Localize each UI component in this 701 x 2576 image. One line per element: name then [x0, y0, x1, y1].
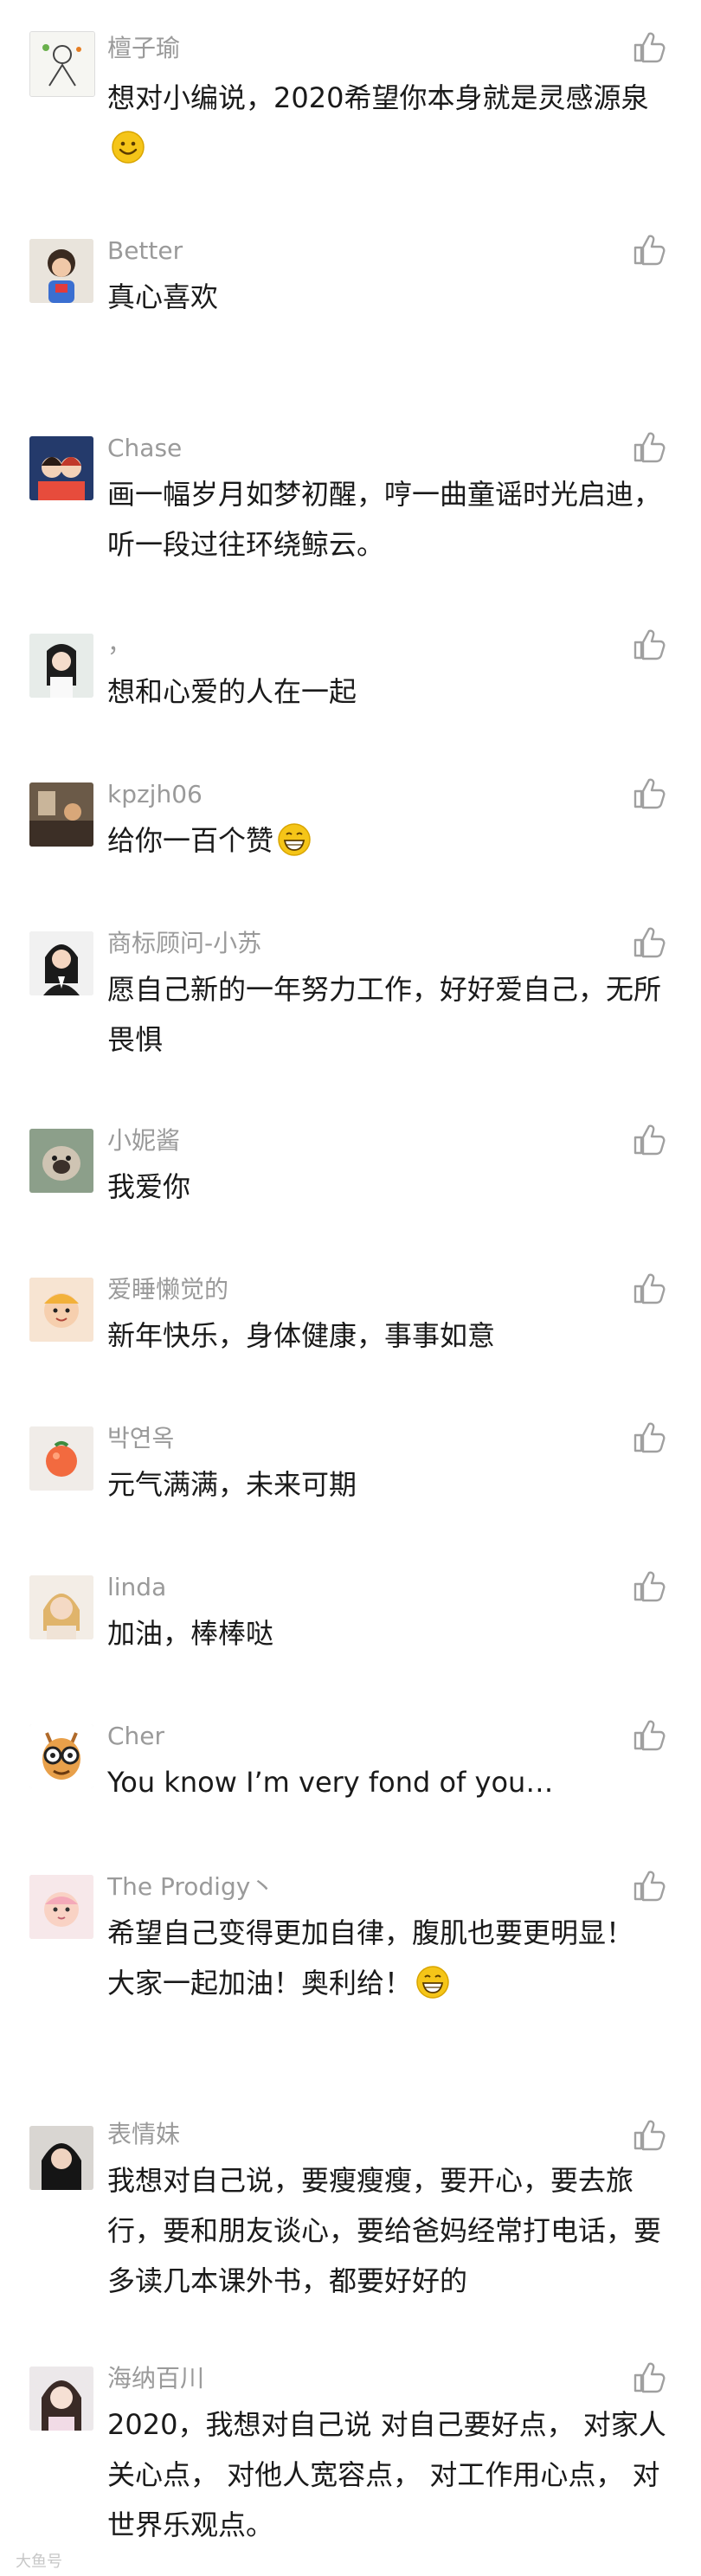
comment-text: 给你一百个赞 [107, 815, 670, 866]
avatar[interactable] [29, 31, 95, 97]
thumbs-up-icon[interactable] [632, 1868, 666, 1903]
commenter-name: 表情妹 [107, 2120, 181, 2148]
avatar[interactable] [29, 1875, 93, 1939]
commenter-name: 박연옥 [107, 1424, 175, 1452]
comment-text: 想和心爱的人在一起 [107, 675, 357, 708]
avatar[interactable] [29, 782, 93, 847]
avatar[interactable] [29, 436, 93, 500]
thumbs-up-icon[interactable] [632, 29, 666, 64]
thumbs-up-icon[interactable] [632, 232, 666, 267]
thumbs-up-icon[interactable] [632, 1271, 666, 1305]
comment-text: 我爱你 [107, 1170, 191, 1203]
watermark: 大鱼号 [16, 2553, 62, 2571]
commenter-name: The Prodigy丶 [107, 1872, 275, 1901]
thumbs-up-icon[interactable] [632, 1568, 666, 1603]
comment-text: 希望自己变得更加自律，腹肌也要更明显！ 大家一起加油！奥利给！ [107, 1916, 634, 2000]
commenter-name: 爱睡懒觉的 [107, 1275, 229, 1304]
avatar[interactable] [29, 239, 93, 303]
commenter-name: Cher [107, 1722, 165, 1750]
grin-emoji-icon [277, 822, 312, 857]
commenter-name: 商标顾问-小苏 [107, 929, 262, 957]
commenter-name: linda [107, 1573, 167, 1601]
avatar[interactable] [29, 2126, 93, 2190]
comment-text: 画一幅岁月如梦初醒，哼一曲童谣时光启迪，听一段过往环绕鲸云。 [107, 478, 662, 561]
comment-text: 加油，棒棒哒 [107, 1617, 274, 1650]
comment-text: 新年快乐，身体健康，事事如意 [107, 1319, 496, 1352]
thumbs-up-icon[interactable] [632, 2117, 666, 2152]
thumbs-up-icon[interactable] [632, 429, 666, 464]
commenter-name: 檀子瑜 [107, 34, 181, 62]
commenter-name: kpzjh06 [107, 780, 203, 808]
comment-text: 元气满满，未来可期 [107, 1468, 357, 1501]
commenter-name: ， [107, 629, 132, 658]
comment-text: 愿自己新的一年努力工作，好好爱自己，无所畏惧 [107, 973, 662, 1056]
comment-text: 真心喜欢 [107, 280, 219, 313]
avatar[interactable] [29, 634, 93, 698]
commenter-name: Better [107, 236, 183, 265]
avatar[interactable] [29, 1278, 93, 1342]
avatar[interactable] [29, 1426, 93, 1491]
commenter-name: 海纳百川 [107, 2364, 205, 2392]
commenter-name: 小妮酱 [107, 1126, 181, 1155]
comment-text: You know I’m very fond of you… [107, 1766, 554, 1799]
comment-text: 想对小编说，2020希望你本身就是灵感源泉 [107, 73, 670, 173]
comment-text: 2020，我想对自己说 对自己要好点， 对家人关心点， 对他人宽容点， 对工作用… [107, 2408, 666, 2541]
avatar[interactable] [29, 931, 93, 995]
thumbs-up-icon[interactable] [632, 2360, 666, 2394]
avatar[interactable] [29, 1724, 93, 1788]
thumbs-up-icon[interactable] [632, 627, 666, 661]
thumbs-up-icon[interactable] [632, 1122, 666, 1156]
thumbs-up-icon[interactable] [632, 924, 666, 959]
avatar[interactable] [29, 1575, 93, 1639]
commenter-name: Chase [107, 434, 183, 462]
thumbs-up-icon[interactable] [632, 776, 666, 810]
avatar[interactable] [29, 2367, 93, 2431]
smile-emoji-icon [111, 130, 145, 164]
thumbs-up-icon[interactable] [632, 1420, 666, 1454]
thumbs-up-icon[interactable] [632, 1717, 666, 1752]
grin-emoji-icon [415, 1965, 450, 2000]
comment-text: 我想对自己说，要瘦瘦瘦，要开心，要去旅行，要和朋友谈心，要给爸妈经常打电话，要多… [107, 2164, 662, 2297]
avatar[interactable] [29, 1129, 93, 1193]
